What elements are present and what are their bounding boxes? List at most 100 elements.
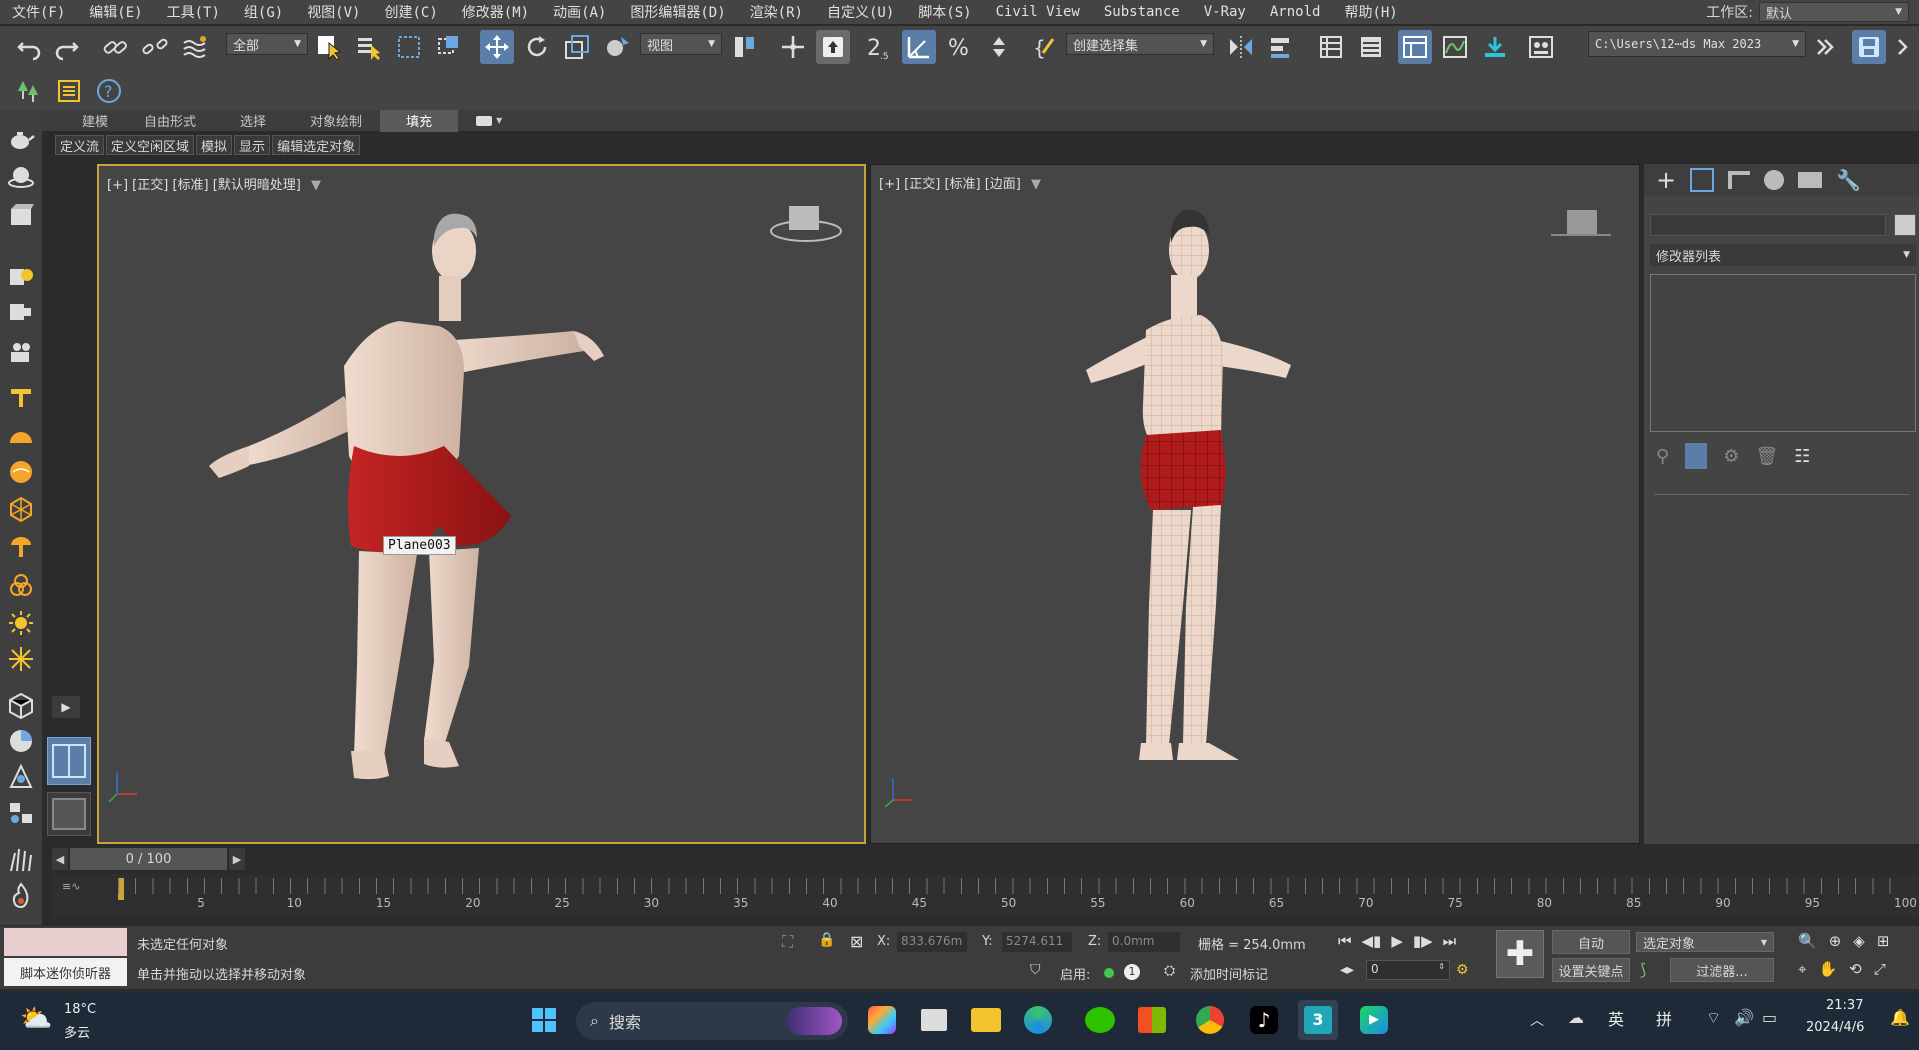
ime-pinyin-toggle[interactable]: 拼: [1656, 1006, 1672, 1030]
keyboard-shortcut-toggle[interactable]: [816, 30, 850, 64]
cloud-sync-icon[interactable]: ☁: [1568, 1008, 1584, 1027]
camera-light-button[interactable]: [4, 295, 38, 329]
lock-selection-icon[interactable]: 🔒: [818, 932, 835, 952]
redo-button[interactable]: [50, 30, 84, 64]
modifier-stack[interactable]: [1650, 274, 1916, 432]
display-tab-icon[interactable]: [1798, 172, 1823, 188]
mushroom-tool-button[interactable]: [4, 530, 38, 564]
battery-icon[interactable]: ▭: [1762, 1008, 1777, 1027]
show-hidden-icons-button[interactable]: ︿: [1530, 1010, 1544, 1030]
time-slider-thumb[interactable]: 0 / 100: [70, 848, 227, 870]
y-coord-field[interactable]: 5274.611: [1002, 932, 1072, 952]
show-end-result-icon[interactable]: [1685, 443, 1708, 469]
time-slider-prev[interactable]: ◀: [52, 848, 68, 870]
menu-customize[interactable]: 自定义(U): [815, 2, 906, 22]
project-path-dropdown[interactable]: C:\Users\12⋯ds Max 2023 ▼: [1588, 31, 1806, 57]
grass-tool-button[interactable]: [4, 842, 38, 876]
maxscript-listener-input[interactable]: [4, 928, 127, 956]
clock-date[interactable]: 2024/4/6: [1806, 1020, 1864, 1035]
spinner-snap-toggle[interactable]: [982, 30, 1016, 64]
adaptive-degradation-icon[interactable]: ⛉: [1030, 962, 1041, 978]
percent-snap-toggle[interactable]: %: [942, 30, 976, 64]
edge-browser-app[interactable]: [1018, 1000, 1058, 1040]
pin-stack-icon[interactable]: ⚲: [1656, 446, 1669, 467]
modify-tab-icon[interactable]: [1690, 168, 1715, 192]
character-tool-button[interactable]: [4, 760, 38, 794]
tiktok-app[interactable]: ♪: [1244, 1000, 1284, 1040]
geosphere-tool-button[interactable]: [4, 492, 38, 526]
select-and-move-button[interactable]: [480, 30, 514, 64]
select-and-place-button[interactable]: [600, 30, 634, 64]
isolate-selection-icon[interactable]: ⛶: [782, 932, 804, 952]
hemisphere-tool-button[interactable]: [4, 418, 38, 452]
previous-frame-icon[interactable]: ◀▮: [1362, 932, 1382, 950]
more-tools-button[interactable]: [1808, 30, 1842, 64]
orbit-button[interactable]: [4, 160, 38, 194]
ribbon-tab-object-paint[interactable]: 对象绘制: [292, 110, 380, 132]
menu-create[interactable]: 创建(C): [372, 2, 449, 22]
auto-key-button[interactable]: 自动: [1552, 930, 1630, 954]
configure-sets-icon[interactable]: ☷: [1794, 446, 1810, 467]
menu-view[interactable]: 视图(V): [295, 2, 372, 22]
layout-two-viewports-button[interactable]: [47, 737, 91, 785]
menu-substance[interactable]: Substance: [1092, 4, 1192, 20]
object-color-swatch[interactable]: [1894, 214, 1916, 236]
ribbon-tab-populate[interactable]: 填充: [380, 109, 459, 132]
zoom-icon[interactable]: 🔍: [1798, 932, 1817, 950]
cluster-tool-button[interactable]: [4, 568, 38, 602]
ribbon-tab-freeform[interactable]: 自由形式: [126, 110, 214, 132]
workspace-dropdown[interactable]: 默认 ▼: [1759, 2, 1909, 22]
volume-icon[interactable]: 🔊: [1734, 1008, 1754, 1027]
create-tab-icon[interactable]: +: [1656, 166, 1676, 194]
schematic-view-button[interactable]: [1478, 30, 1512, 64]
make-unique-icon[interactable]: ⚙: [1723, 446, 1739, 467]
undo-button[interactable]: [12, 30, 46, 64]
material-editor-button[interactable]: [1524, 30, 1558, 64]
wechat-app[interactable]: [1080, 1000, 1120, 1040]
orbit-nav-icon[interactable]: ⟲: [1849, 960, 1862, 978]
store-app[interactable]: [1132, 1000, 1172, 1040]
remove-modifier-icon[interactable]: 🗑: [1755, 446, 1778, 467]
expand-layout-button[interactable]: ▶: [52, 696, 80, 718]
subtab-simulate[interactable]: 模拟: [196, 135, 233, 155]
zoom-extents-icon[interactable]: ◈: [1853, 932, 1865, 950]
select-and-scale-button[interactable]: [560, 30, 594, 64]
toggle-ribbon-button[interactable]: [1398, 30, 1432, 64]
named-selection-set-dropdown[interactable]: 创建选择集 ▼: [1066, 33, 1214, 55]
enable-count-badge[interactable]: 1: [1124, 964, 1140, 980]
sphere-tool-button[interactable]: [4, 455, 38, 489]
key-tangent-icon[interactable]: ⟆: [1640, 960, 1646, 979]
select-and-rotate-button[interactable]: [520, 30, 554, 64]
task-view-app[interactable]: [914, 1000, 954, 1040]
go-to-start-icon[interactable]: ⏮: [1338, 932, 1352, 950]
play-icon[interactable]: ▶: [1391, 932, 1403, 950]
unlink-button[interactable]: [138, 30, 172, 64]
maxscript-listener-label[interactable]: 脚本迷你侦听器: [4, 958, 127, 986]
menu-modifiers[interactable]: 修改器(M): [450, 2, 541, 22]
menu-scripting[interactable]: 脚本(S): [906, 2, 983, 22]
next-frame-icon[interactable]: ▮▶: [1413, 932, 1433, 950]
sky-light-button[interactable]: [4, 642, 38, 676]
time-configuration-icon[interactable]: ⚙: [1456, 962, 1469, 978]
edit-named-selection-button[interactable]: {: [1028, 30, 1062, 64]
angle-snap-toggle[interactable]: [902, 30, 936, 64]
select-by-name-button[interactable]: [352, 30, 386, 64]
slate-editor-button[interactable]: [4, 796, 38, 830]
weather-cloud-icon[interactable]: ⛅: [20, 1004, 52, 1034]
pivot-center-button[interactable]: [728, 30, 762, 64]
copilot-app[interactable]: [862, 1000, 902, 1040]
help-button[interactable]: ?: [92, 74, 126, 108]
3dsmax-app[interactable]: 3: [1298, 1000, 1338, 1040]
x-coord-field[interactable]: 833.676m: [897, 932, 967, 952]
mirror-button[interactable]: [1224, 30, 1258, 64]
current-frame-field[interactable]: 0 ⇕: [1366, 960, 1450, 980]
subtab-define-idle-areas[interactable]: 定义空闲区域: [106, 135, 195, 155]
curve-editor-button[interactable]: [1438, 30, 1472, 64]
scene-explorer-button[interactable]: [1314, 30, 1348, 64]
ribbon-options-button[interactable]: ▼: [458, 110, 520, 132]
hammer-tool-button[interactable]: [4, 380, 38, 414]
window-crossing-button[interactable]: [432, 30, 466, 64]
modifier-list-dropdown[interactable]: 修改器列表 ▼: [1650, 244, 1916, 266]
align-button[interactable]: [1264, 30, 1298, 64]
menu-vray[interactable]: V-Ray: [1192, 4, 1258, 20]
